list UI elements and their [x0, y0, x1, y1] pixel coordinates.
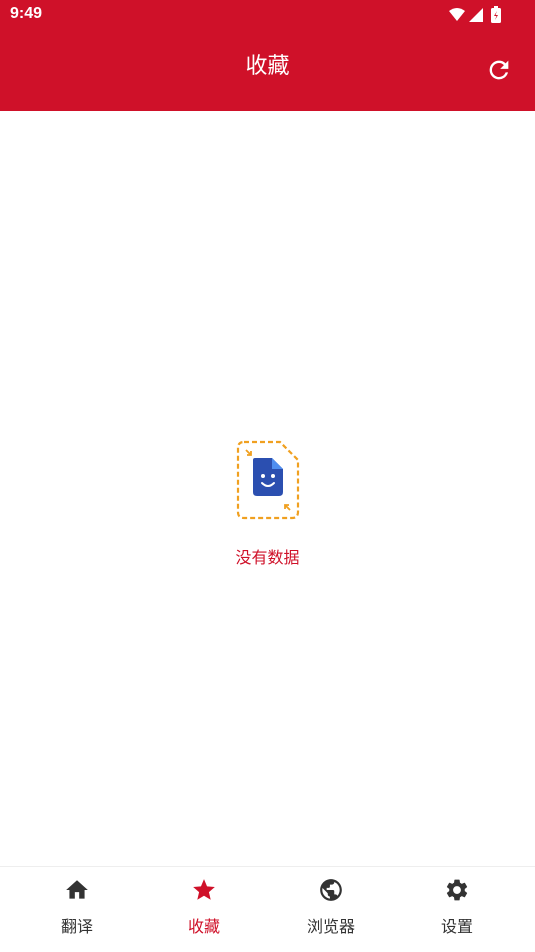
nav-label: 翻译	[60, 917, 93, 936]
empty-file-icon	[236, 440, 299, 520]
refresh-icon[interactable]	[485, 56, 513, 84]
nav-label: 浏览器	[306, 917, 355, 936]
app-screen: 9:49 收藏 没有数据 翻译 收藏 浏览器 设置	[0, 0, 535, 952]
gear-icon	[446, 879, 468, 901]
wifi-icon	[449, 8, 465, 21]
empty-message: 没有数据	[235, 548, 300, 567]
bottom-navigation: 翻译 收藏 浏览器 设置	[0, 866, 535, 952]
nav-item-settings[interactable]: 设置	[397, 877, 517, 941]
nav-item-translate[interactable]: 翻译	[17, 877, 137, 941]
nav-label: 收藏	[187, 917, 220, 936]
nav-item-favorites[interactable]: 收藏	[144, 877, 264, 941]
battery-icon	[491, 6, 501, 23]
nav-label: 设置	[440, 917, 473, 936]
app-bar: 9:49 收藏	[0, 0, 535, 111]
home-icon	[66, 880, 88, 899]
signal-icon	[469, 8, 483, 22]
empty-state: 没有数据	[0, 440, 535, 568]
nav-item-browser[interactable]: 浏览器	[271, 877, 391, 941]
globe-icon	[320, 879, 342, 901]
star-icon	[193, 879, 215, 900]
status-bar: 9:49	[0, 0, 535, 30]
status-icons	[449, 6, 501, 23]
status-time: 9:49	[10, 5, 43, 22]
page-title: 收藏	[245, 54, 290, 79]
